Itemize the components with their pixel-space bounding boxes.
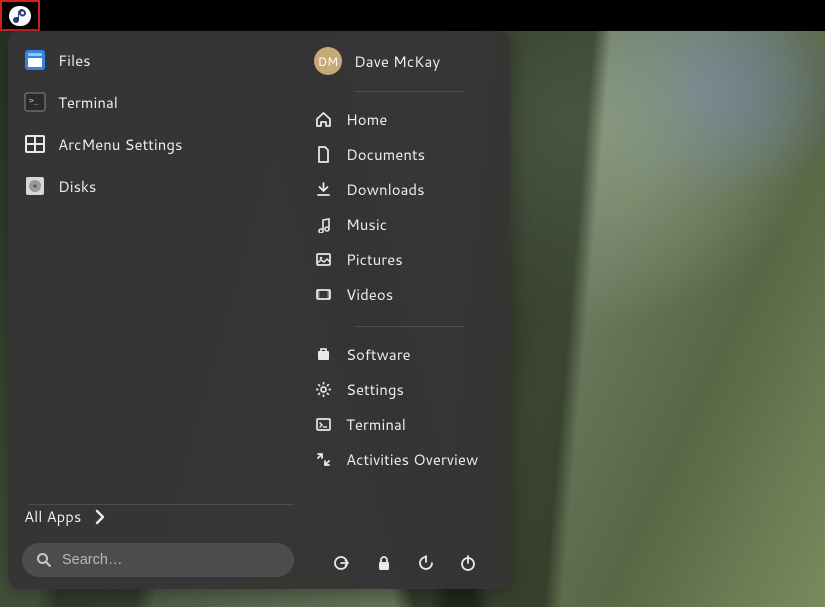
terminal-icon: >_ bbox=[24, 91, 46, 113]
session-buttons bbox=[312, 547, 492, 577]
search-input[interactable] bbox=[62, 552, 280, 568]
place-label: Pictures bbox=[346, 249, 403, 270]
arcmenu-panel: Files >_ Terminal ArcMenu Settings Disks… bbox=[8, 31, 510, 589]
pinned-label: Terminal bbox=[58, 92, 118, 113]
music-icon bbox=[314, 216, 332, 234]
shortcut-label: Software bbox=[346, 344, 411, 365]
logout-button[interactable] bbox=[332, 553, 352, 573]
svg-text:>_: >_ bbox=[29, 96, 39, 105]
shortcut-settings[interactable]: Settings bbox=[312, 374, 492, 405]
files-icon bbox=[24, 49, 46, 71]
lock-button[interactable] bbox=[374, 553, 394, 573]
download-icon bbox=[314, 181, 332, 199]
restart-button[interactable] bbox=[416, 553, 436, 573]
divider bbox=[28, 504, 294, 505]
user-name-label: Dave McKay bbox=[354, 51, 440, 72]
videos-icon bbox=[314, 286, 332, 304]
user-row[interactable]: DM Dave McKay bbox=[312, 45, 492, 91]
place-label: Home bbox=[346, 109, 387, 130]
place-home[interactable]: Home bbox=[312, 104, 492, 135]
pinned-label: ArcMenu Settings bbox=[58, 134, 182, 155]
document-icon bbox=[314, 146, 332, 164]
gear-icon bbox=[314, 381, 332, 399]
software-icon bbox=[314, 346, 332, 364]
place-label: Documents bbox=[346, 144, 425, 165]
place-videos[interactable]: Videos bbox=[312, 279, 492, 310]
pinned-label: Disks bbox=[58, 176, 96, 197]
place-documents[interactable]: Documents bbox=[312, 139, 492, 170]
place-label: Videos bbox=[346, 284, 393, 305]
pinned-label: Files bbox=[58, 50, 91, 71]
pinned-item-arcmenu-settings[interactable]: ArcMenu Settings bbox=[22, 129, 294, 159]
place-label: Music bbox=[346, 214, 387, 235]
pinned-item-terminal[interactable]: >_ Terminal bbox=[22, 87, 294, 117]
home-icon bbox=[314, 111, 332, 129]
pinned-item-files[interactable]: Files bbox=[22, 45, 294, 75]
arcmenu-settings-icon bbox=[24, 133, 46, 155]
all-apps-label: All Apps bbox=[24, 506, 81, 527]
shortcut-activities[interactable]: Activities Overview bbox=[312, 444, 492, 475]
activities-icon bbox=[314, 451, 332, 469]
shortcut-label: Settings bbox=[346, 379, 404, 400]
shortcut-label: Activities Overview bbox=[346, 449, 478, 470]
disks-icon bbox=[24, 175, 46, 197]
avatar: DM bbox=[314, 47, 342, 75]
power-button[interactable] bbox=[458, 553, 478, 573]
place-downloads[interactable]: Downloads bbox=[312, 174, 492, 205]
menu-left-column: Files >_ Terminal ArcMenu Settings Disks… bbox=[8, 31, 304, 589]
search-box[interactable] bbox=[22, 543, 294, 577]
divider bbox=[354, 326, 464, 327]
fedora-logo-icon bbox=[8, 5, 32, 27]
menu-right-column: DM Dave McKay Home Documents Downloads M… bbox=[304, 31, 510, 589]
place-pictures[interactable]: Pictures bbox=[312, 244, 492, 275]
shortcut-software[interactable]: Software bbox=[312, 339, 492, 370]
shortcut-label: Terminal bbox=[346, 414, 406, 435]
search-icon bbox=[36, 552, 52, 568]
divider bbox=[354, 91, 464, 92]
pinned-item-disks[interactable]: Disks bbox=[22, 171, 294, 201]
pictures-icon bbox=[314, 251, 332, 269]
place-music[interactable]: Music bbox=[312, 209, 492, 240]
chevron-right-icon bbox=[91, 508, 109, 526]
activities-button[interactable] bbox=[0, 0, 40, 31]
shortcut-terminal[interactable]: Terminal bbox=[312, 409, 492, 440]
place-label: Downloads bbox=[346, 179, 425, 200]
topbar bbox=[0, 0, 825, 31]
terminal-icon bbox=[314, 416, 332, 434]
